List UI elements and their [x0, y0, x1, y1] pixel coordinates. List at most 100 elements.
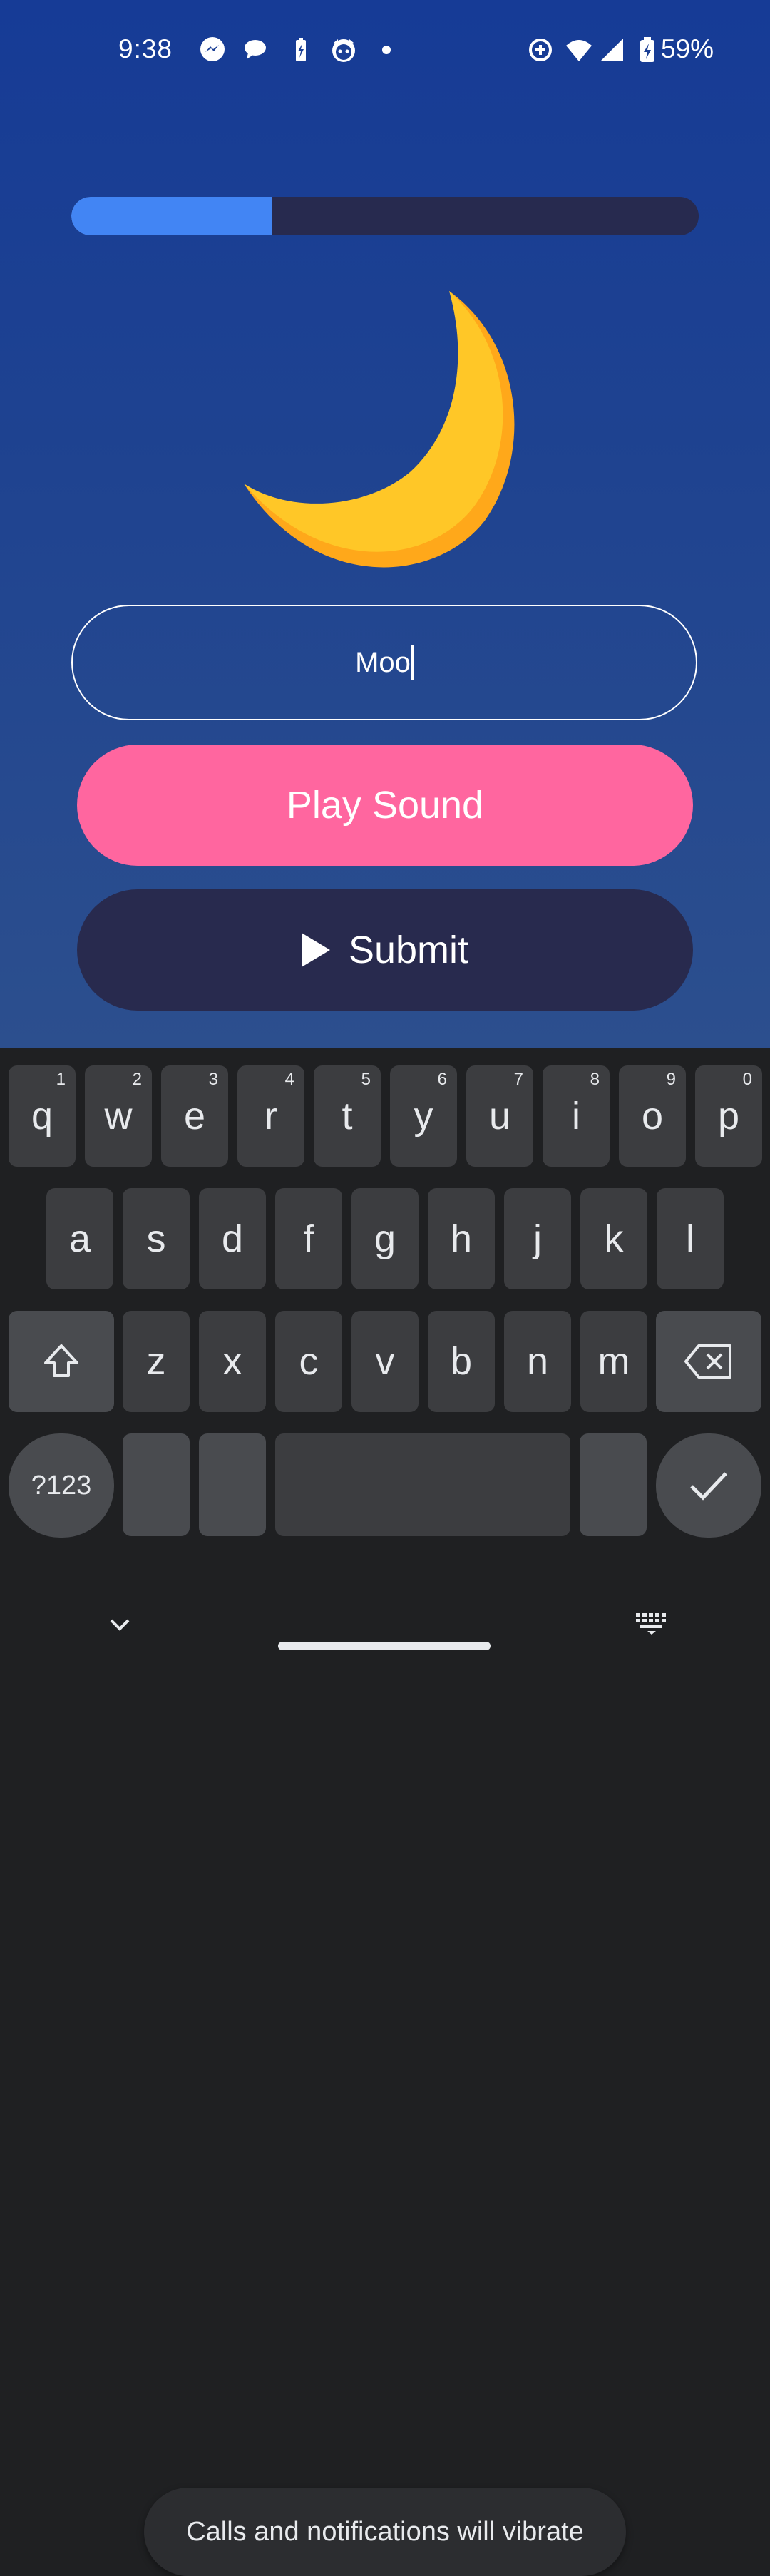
key-a[interactable]: a [46, 1188, 113, 1289]
key-l[interactable]: l [657, 1188, 724, 1289]
key-s[interactable]: s [123, 1188, 190, 1289]
checkmark-icon [690, 1472, 727, 1501]
keyboard-switch-icon[interactable] [635, 1610, 669, 1636]
play-sound-button[interactable]: Play Sound [77, 745, 693, 866]
home-gesture-bar[interactable] [278, 1642, 491, 1650]
progress-bar [71, 197, 699, 235]
submit-button[interactable]: Submit [77, 889, 693, 1011]
symbols-key-label: ?123 [31, 1470, 92, 1501]
period-key[interactable] [580, 1433, 647, 1536]
key-label: a [68, 1217, 91, 1260]
key-hint: 5 [361, 1070, 371, 1089]
play-sound-label: Play Sound [286, 784, 484, 827]
key-u[interactable]: u7 [466, 1065, 533, 1167]
backspace-key[interactable] [656, 1311, 761, 1412]
key-label: q [31, 1095, 53, 1138]
hide-keyboard-icon[interactable] [107, 1612, 133, 1637]
battery-charging-icon [296, 38, 306, 61]
play-icon [301, 933, 330, 967]
emoji-key[interactable] [199, 1433, 266, 1536]
key-k[interactable]: k [580, 1188, 647, 1289]
key-label: r [265, 1095, 277, 1138]
toast-text: Calls and notifications will vibrate [186, 2516, 584, 2547]
key-hint: 4 [284, 1070, 294, 1089]
key-label: x [222, 1340, 242, 1383]
key-label: f [303, 1217, 314, 1260]
key-label: h [450, 1217, 473, 1260]
data-saver-icon [529, 39, 552, 61]
key-g[interactable]: g [351, 1188, 419, 1289]
onscreen-keyboard: q1w2e3r4t5y6u7i8o9p0 asdfghjkl zxcvbnm ?… [0, 1048, 770, 2576]
key-label: v [375, 1340, 395, 1383]
key-label: t [342, 1095, 353, 1138]
key-label: y [414, 1095, 433, 1138]
progress-fill [71, 197, 272, 235]
submit-label: Submit [348, 929, 469, 971]
key-n[interactable]: n [504, 1311, 571, 1412]
key-label: k [604, 1217, 624, 1260]
key-e[interactable]: e3 [161, 1065, 228, 1167]
backspace-icon [684, 1344, 732, 1379]
answer-input[interactable]: Moo [71, 605, 697, 720]
spacebar-key[interactable] [275, 1433, 570, 1536]
key-label: b [450, 1340, 473, 1383]
key-t[interactable]: t5 [314, 1065, 381, 1167]
messenger-icon [200, 37, 225, 61]
key-j[interactable]: j [504, 1188, 571, 1289]
key-hint: 7 [513, 1070, 523, 1089]
enter-key[interactable] [656, 1433, 761, 1538]
key-label: o [641, 1095, 664, 1138]
shift-icon [44, 1344, 78, 1377]
signal-icon [600, 39, 623, 61]
key-z[interactable]: z [123, 1311, 190, 1412]
key-label: n [526, 1340, 549, 1383]
key-label: w [104, 1095, 133, 1138]
vibrate-toast: Calls and notifications will vibrate [144, 2488, 626, 2576]
battery-icon [640, 37, 654, 62]
key-label: g [374, 1217, 396, 1260]
key-m[interactable]: m [580, 1311, 647, 1412]
key-label: u [488, 1095, 511, 1138]
key-label: j [533, 1217, 542, 1260]
key-f[interactable]: f [275, 1188, 342, 1289]
key-v[interactable]: v [351, 1311, 419, 1412]
key-h[interactable]: h [428, 1188, 495, 1289]
crescent-moon-image [244, 291, 515, 568]
battery-percentage: 59% [661, 34, 714, 63]
key-label: z [146, 1340, 166, 1383]
key-label: l [686, 1217, 694, 1260]
key-label: s [146, 1217, 166, 1260]
key-d[interactable]: d [199, 1188, 266, 1289]
key-y[interactable]: y6 [390, 1065, 457, 1167]
chat-icon [245, 40, 266, 59]
key-hint: 6 [437, 1070, 447, 1089]
comma-key[interactable] [123, 1433, 190, 1536]
key-hint: 9 [666, 1070, 676, 1089]
text-cursor [411, 645, 414, 680]
key-hint: 0 [742, 1070, 752, 1089]
key-x[interactable]: x [199, 1311, 266, 1412]
wifi-icon [566, 40, 592, 61]
key-label: e [183, 1095, 206, 1138]
status-time: 9:38 [118, 34, 173, 63]
key-hint: 2 [132, 1070, 142, 1089]
key-i[interactable]: i8 [543, 1065, 610, 1167]
key-o[interactable]: o9 [619, 1065, 686, 1167]
status-bar: 9:38 59% [0, 0, 770, 100]
key-r[interactable]: r4 [237, 1065, 304, 1167]
key-label: d [221, 1217, 244, 1260]
key-label: c [299, 1340, 319, 1383]
key-b[interactable]: b [428, 1311, 495, 1412]
key-hint: 3 [208, 1070, 218, 1089]
app-notification-icon [332, 39, 355, 62]
app-screen: 9:38 59% Moo Play Sound Submit [0, 0, 770, 1048]
more-notifications-dot [382, 46, 391, 54]
shift-key[interactable] [9, 1311, 114, 1412]
key-p[interactable]: p0 [695, 1065, 762, 1167]
key-hint: 1 [56, 1070, 66, 1089]
key-label: i [572, 1095, 580, 1138]
symbols-key[interactable]: ?123 [9, 1433, 114, 1538]
key-q[interactable]: q1 [9, 1065, 76, 1167]
key-w[interactable]: w2 [85, 1065, 152, 1167]
key-c[interactable]: c [275, 1311, 342, 1412]
